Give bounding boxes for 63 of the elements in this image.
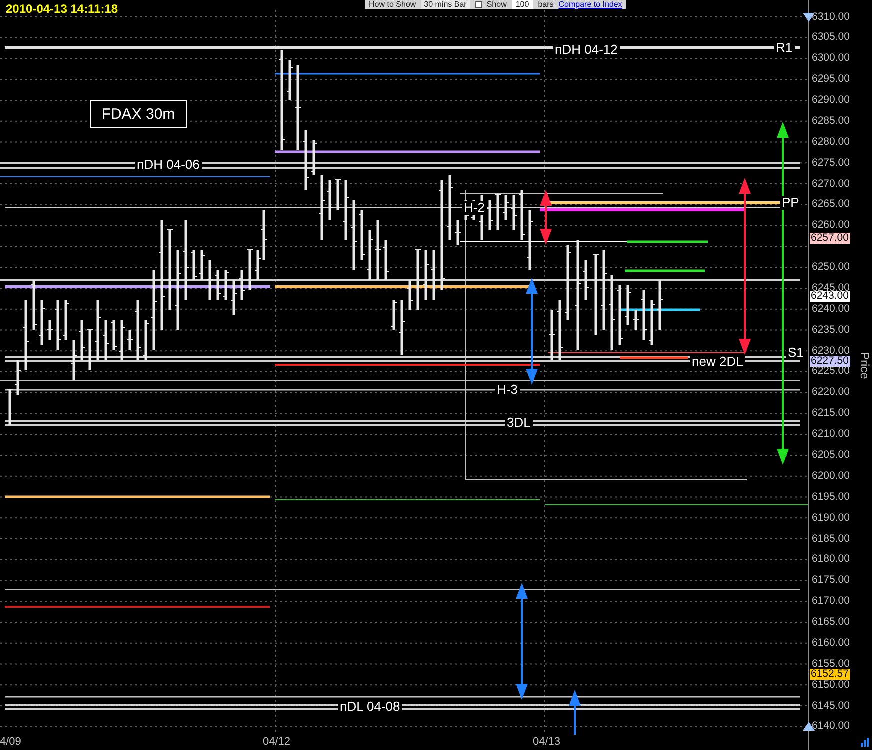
price-tick-label: 6250.00 — [812, 262, 850, 274]
level-label: nDL 04-08 — [338, 700, 402, 714]
price-tick-label: 6310.00 — [812, 12, 850, 22]
price-tick-label: 6170.00 — [812, 596, 850, 608]
bar-count-field[interactable]: 100 — [512, 0, 534, 9]
range-arrow — [540, 190, 552, 245]
price-tick-label: 6275.00 — [812, 158, 850, 169]
level-label: nDH 04-06 — [135, 158, 202, 172]
price-tick-label: 6190.00 — [812, 512, 850, 524]
price-tick-label: 6285.00 — [812, 116, 850, 127]
price-tick-label: 6240.00 — [812, 304, 850, 315]
price-tick-label: 6210.00 — [812, 429, 850, 440]
price-tick-label: 6215.00 — [812, 408, 850, 420]
price-tick-label: 6290.00 — [812, 95, 850, 106]
price-tick-label: 6195.00 — [812, 492, 850, 503]
level-label: nDH 04-12 — [553, 43, 620, 57]
chart-title: FDAX 30m — [90, 100, 187, 128]
range-arrow — [569, 690, 581, 735]
price-tick-label: 6175.00 — [812, 575, 850, 586]
level-label: S1 — [786, 346, 806, 360]
date-axis-label: 04/12 — [263, 736, 291, 748]
level-label: H-2 — [462, 201, 487, 215]
show-label: Show — [486, 0, 507, 9]
price-tick-label: 6165.00 — [812, 617, 850, 628]
how-to-show-label: How to Show — [369, 0, 416, 9]
price-tag: 6243.00 — [810, 291, 850, 302]
level-label: R1 — [774, 41, 795, 55]
price-tick-label: 6270.00 — [812, 178, 850, 190]
axis-title: Price — [859, 352, 871, 380]
price-tick-label: 6205.00 — [812, 450, 850, 461]
price-tick-label: 6305.00 — [812, 32, 850, 44]
compare-link[interactable]: Compare to Index — [558, 0, 622, 9]
price-tag: 6152.57 — [810, 668, 850, 680]
bar-type-dropdown[interactable]: 30 mins Bar — [421, 0, 470, 9]
level-label: H-3 — [495, 383, 520, 397]
timestamp: 2010-04-13 14:11:18 — [6, 2, 118, 16]
price-tick-label: 6200.00 — [812, 470, 850, 482]
bars-label: bars — [538, 0, 554, 9]
price-tick-label: 6145.00 — [812, 700, 850, 712]
level-label: 3DL — [505, 416, 533, 430]
show-checkbox[interactable] — [474, 1, 482, 8]
price-tick-label: 6155.00 — [812, 658, 850, 670]
price-tick-label: 6265.00 — [812, 199, 850, 210]
date-axis-label: 04/13 — [533, 736, 561, 748]
price-tick-label: 6150.00 — [812, 680, 850, 691]
price-tag: 6227.50 — [810, 356, 850, 368]
bar-chart-icon[interactable] — [861, 738, 871, 747]
level-label: new 2DL — [690, 355, 746, 369]
price-tick-label: 6260.00 — [812, 220, 850, 232]
price-tick-label: 6230.00 — [812, 346, 850, 357]
price-tick-label: 6300.00 — [812, 53, 850, 64]
level-label: PP — [780, 196, 802, 210]
price-tick-label: 6140.00 — [812, 721, 850, 732]
price-tick-label: 6235.00 — [812, 324, 850, 336]
price-tick-label: 6180.00 — [812, 554, 850, 566]
price-tick-label: 6280.00 — [812, 136, 850, 148]
price-tick-label: 6185.00 — [812, 534, 850, 544]
price-tick-label: 6220.00 — [812, 387, 850, 398]
date-axis-label: 4/09 — [0, 736, 22, 748]
price-tick-label: 6160.00 — [812, 638, 850, 649]
price-tag: 6257.00 — [810, 232, 850, 244]
price-tick-label: 6295.00 — [812, 74, 850, 86]
price-tick-label: 6225.00 — [812, 366, 850, 378]
